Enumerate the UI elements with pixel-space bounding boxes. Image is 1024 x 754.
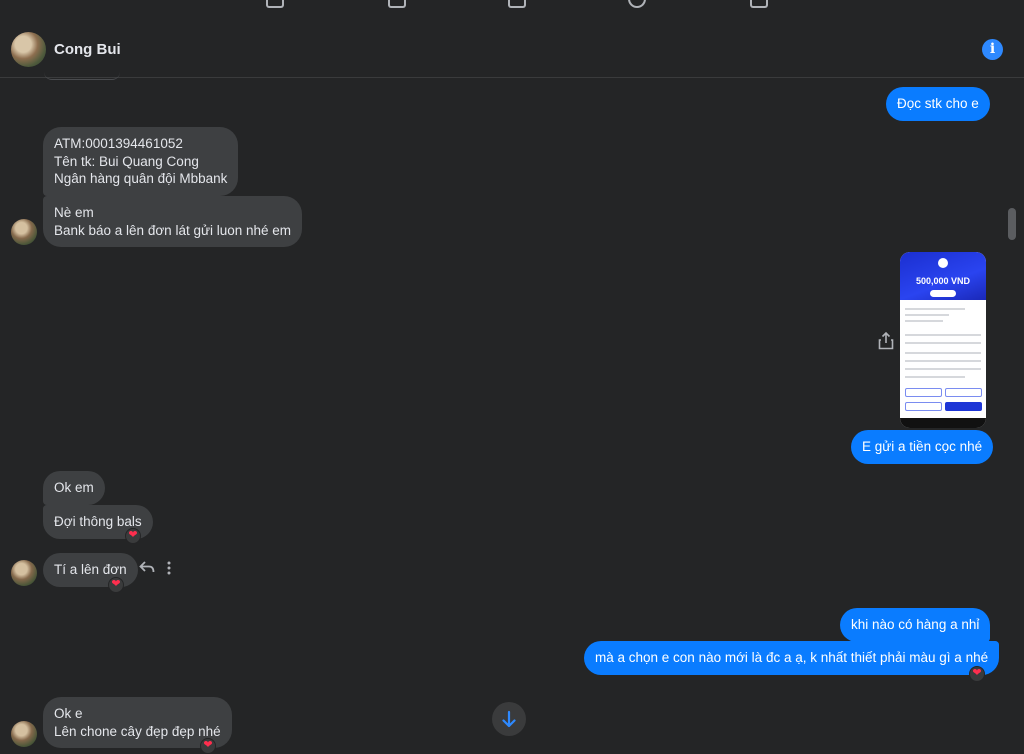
message-text: Tên tk: Bui Quang Cong (54, 153, 199, 169)
message-outgoing[interactable]: E gửi a tiền cọc nhé (851, 430, 994, 464)
image-text-line (905, 376, 965, 378)
image-text-line (905, 352, 981, 354)
nav-icon-1[interactable] (266, 0, 284, 8)
message-text: mà a chọn e con nào mới là đc a ạ, k nhấ… (595, 650, 989, 665)
arrow-down-icon (502, 710, 516, 728)
chat-header: Cong Bui i (0, 12, 1024, 78)
message-outgoing[interactable]: mà a chọn e con nào mới là đc a ạ, k nhấ… (584, 641, 1000, 675)
reply-icon[interactable] (139, 560, 155, 574)
check-icon (938, 258, 948, 268)
info-icon[interactable]: i (982, 39, 1003, 60)
image-footer (900, 418, 986, 428)
message-outgoing[interactable]: khi nào có hàng a nhỉ (840, 608, 991, 642)
scroll-to-bottom-button[interactable] (492, 702, 526, 736)
message-text: Tí a lên đơn (54, 562, 127, 577)
nav-icon-3[interactable] (508, 0, 526, 8)
image-banner: 500,000 VND (900, 252, 986, 300)
nav-icon-2[interactable] (388, 0, 406, 8)
image-text-line (905, 320, 943, 322)
share-icon[interactable] (878, 332, 894, 350)
image-text-line (905, 314, 949, 316)
contact-avatar[interactable] (11, 32, 46, 67)
heart-reaction-icon[interactable]: ❤ (200, 738, 216, 754)
heart-reaction-icon[interactable]: ❤ (125, 528, 141, 544)
previous-message-edge (44, 72, 120, 80)
image-button (945, 388, 982, 397)
image-text-line (905, 368, 981, 370)
image-text-line (905, 342, 981, 344)
message-incoming[interactable]: Ok em (43, 471, 105, 505)
message-text: Nè em (54, 205, 94, 220)
image-text-line (905, 360, 981, 362)
message-outgoing[interactable]: Đọc stk cho e (886, 87, 990, 121)
contact-avatar-small[interactable] (11, 560, 37, 586)
more-options-icon[interactable] (165, 560, 173, 576)
heart-reaction-icon[interactable]: ❤ (969, 666, 985, 682)
message-text: Bank báo a lên đơn lát gửi luon nhé em (54, 222, 292, 238)
contact-avatar-small[interactable] (11, 721, 37, 747)
message-text: Ok e (54, 706, 83, 721)
scrollbar[interactable] (1006, 78, 1018, 754)
heart-reaction-icon[interactable]: ❤ (108, 577, 124, 593)
message-text: Ok em (54, 480, 94, 495)
message-text: Đọc stk cho e (897, 96, 979, 111)
image-button (905, 402, 942, 411)
message-text: ATM:0001394461052 (54, 136, 183, 151)
nav-icon-5[interactable] (750, 0, 768, 8)
image-text-line (905, 334, 981, 336)
top-nav-bar (0, 0, 1024, 12)
message-incoming[interactable]: ATM:0001394461052 Tên tk: Bui Quang Cong… (43, 127, 239, 196)
image-button (945, 402, 982, 411)
message-incoming[interactable]: Nè em Bank báo a lên đơn lát gửi luon nh… (43, 196, 303, 247)
scrollbar-thumb[interactable] (1008, 208, 1016, 240)
image-button (905, 388, 942, 397)
image-pill (930, 290, 956, 297)
contact-name[interactable]: Cong Bui (54, 41, 121, 58)
message-text: Ngân hàng quân đội Mbbank (54, 171, 228, 186)
message-text: khi nào có hàng a nhỉ (851, 617, 980, 632)
transfer-screenshot-image[interactable]: 500,000 VND (900, 252, 986, 428)
message-text: Lên chone cây đẹp đẹp nhé (54, 723, 221, 739)
nav-icon-4[interactable] (628, 0, 646, 8)
image-text-line (905, 308, 965, 310)
contact-avatar-small[interactable] (11, 219, 37, 245)
image-amount: 500,000 VND (915, 276, 971, 286)
message-text: E gửi a tiền cọc nhé (862, 439, 983, 454)
